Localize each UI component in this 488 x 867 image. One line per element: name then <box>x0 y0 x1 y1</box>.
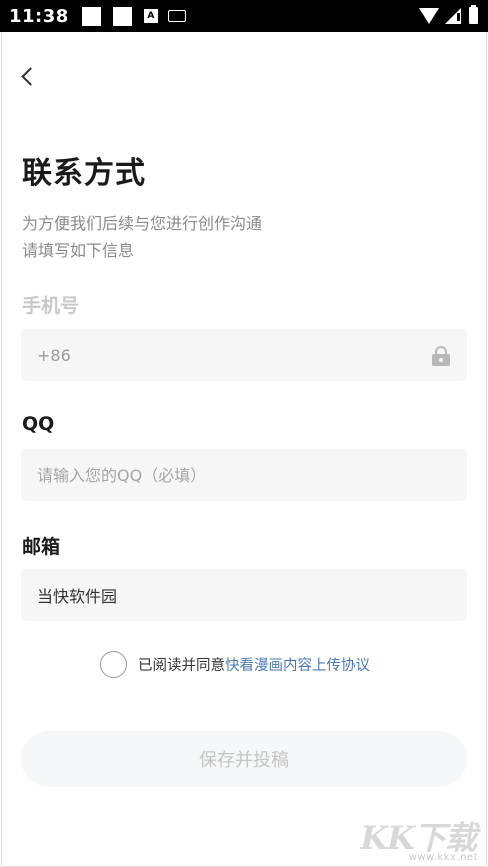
watermark-url: www.kkx.net <box>408 852 478 863</box>
agreement-checkbox[interactable] <box>100 651 127 678</box>
notification-icon <box>81 6 101 26</box>
watermark: KK下载 www.kkx.net <box>357 813 482 863</box>
qq-label: QQ <box>22 413 55 435</box>
wifi-icon <box>419 7 439 24</box>
page-subtitle: 为方便我们后续与您进行创作沟通 请填写如下信息 <box>22 210 262 264</box>
battery-icon <box>469 5 478 24</box>
status-bar: 11:38 A <box>0 0 488 32</box>
status-time: 11:38 <box>9 5 69 27</box>
agreement-text: 已阅读并同意 <box>138 658 225 674</box>
back-arrow-icon[interactable] <box>16 64 42 90</box>
subtitle-line: 请填写如下信息 <box>22 241 135 260</box>
notification-a-icon: A <box>143 9 158 23</box>
subtitle-line: 为方便我们后续与您进行创作沟通 <box>22 214 263 233</box>
phone-label: 手机号 <box>22 295 80 317</box>
keyboard-icon <box>167 10 186 22</box>
email-input[interactable] <box>21 569 467 621</box>
status-icons <box>419 5 478 24</box>
email-label: 邮箱 <box>22 536 61 558</box>
agreement-row: 已阅读并同意 快看漫画内容上传协议 <box>100 651 370 678</box>
save-submit-button[interactable]: 保存并投稿 <box>21 731 467 787</box>
agreement-link[interactable]: 快看漫画内容上传协议 <box>225 654 370 675</box>
signal-icon <box>445 7 461 24</box>
page-title: 联系方式 <box>22 156 146 191</box>
phone-field <box>21 329 467 381</box>
notification-icon <box>112 6 132 26</box>
lock-icon <box>432 346 450 366</box>
qq-input[interactable] <box>21 449 467 501</box>
